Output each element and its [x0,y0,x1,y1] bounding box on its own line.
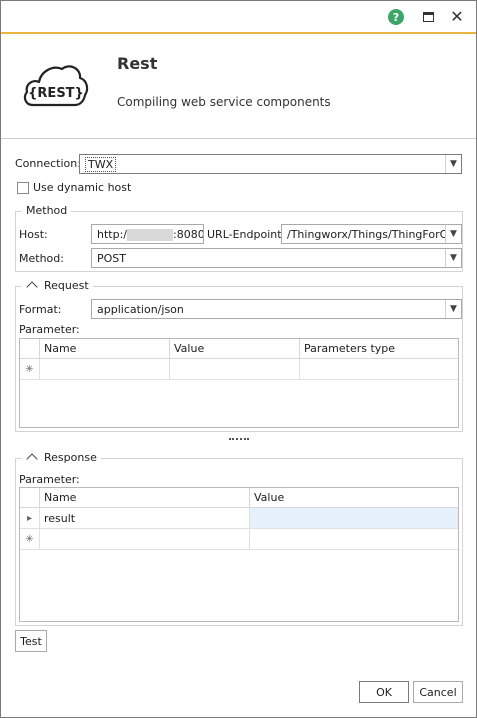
connection-label: Connection: [15,157,81,170]
column-header-parameters-type[interactable]: Parameters type [300,339,458,359]
header-accent-line [1,32,476,34]
host-label: Host: [19,228,48,241]
grid-corner [20,488,40,508]
connection-select[interactable]: TWX ▼ [79,154,462,174]
chevron-down-icon[interactable]: ▼ [445,300,461,318]
method-select[interactable]: POST ▼ [91,248,462,268]
rest-dialog: ? ✕ {REST} Rest Compiling web service co… [0,0,477,718]
method-value: POST [97,252,126,265]
connection-value: TWX [85,157,117,172]
test-button[interactable]: Test [15,630,47,652]
response-legend[interactable]: Response [22,451,101,465]
format-select[interactable]: application/json ▼ [91,299,462,319]
format-value: application/json [97,303,184,316]
request-parameter-grid[interactable]: Name Value Parameters type ✳ [19,338,459,428]
column-header-value[interactable]: Value [170,339,300,359]
grip-dots-icon[interactable] [229,438,249,441]
url-endpoint-label: URL-Endpoint: [207,228,286,241]
response-row-name-cell[interactable]: result [40,508,250,529]
chevron-down-icon[interactable]: ▼ [445,225,461,243]
current-row-icon: ▸ [20,508,40,529]
host-prefix: http:/ [97,228,127,241]
new-row-icon: ✳ [20,359,40,380]
header-divider [1,138,476,139]
request-legend[interactable]: Request [22,279,93,293]
chevron-down-icon[interactable]: ▼ [445,155,461,173]
new-row-type-cell[interactable] [300,359,458,380]
new-row-name-cell[interactable] [40,359,170,380]
ok-button[interactable]: OK [359,681,409,703]
request-parameter-label: Parameter: [19,323,80,336]
chevron-down-icon[interactable]: ▼ [445,249,461,267]
method-legend: Method [22,204,72,217]
column-header-name[interactable]: Name [40,488,250,508]
new-row-value-cell[interactable] [170,359,300,380]
grid-corner [20,339,40,359]
dialog-subtitle: Compiling web service components [117,95,331,109]
collapse-chevron-icon[interactable] [26,453,38,465]
host-redacted [127,229,173,241]
url-endpoint-value: /Thingworx/Things/ThingForOPC [287,228,462,241]
column-header-name[interactable]: Name [40,339,170,359]
close-icon: ✕ [450,7,464,26]
close-button[interactable]: ✕ [448,8,466,26]
column-header-value[interactable]: Value [250,488,458,508]
logo-text: {REST} [28,86,84,101]
new-row-icon: ✳ [20,529,40,550]
collapse-chevron-icon[interactable] [26,281,38,293]
dynamic-host-checkbox[interactable] [17,182,29,194]
response-row-value-cell[interactable] [250,508,458,529]
dynamic-host-label: Use dynamic host [33,181,132,194]
format-label: Format: [19,303,62,316]
maximize-icon [422,12,434,22]
dialog-title: Rest [117,54,158,73]
response-parameter-label: Parameter: [19,473,80,486]
cancel-button[interactable]: Cancel [413,681,463,703]
new-row-value-cell[interactable] [250,529,458,550]
host-input[interactable]: http:/ :8080, [91,224,204,244]
maximize-button[interactable] [419,8,437,26]
help-icon[interactable]: ? [388,9,404,25]
rest-cloud-logo: {REST} [23,61,89,110]
host-suffix: :8080, [173,228,203,241]
response-parameter-grid[interactable]: Name Value ▸ result ✳ [19,487,459,622]
url-endpoint-select[interactable]: /Thingworx/Things/ThingForOPC ▼ [281,224,462,244]
method-label: Method: [19,252,64,265]
new-row-name-cell[interactable] [40,529,250,550]
